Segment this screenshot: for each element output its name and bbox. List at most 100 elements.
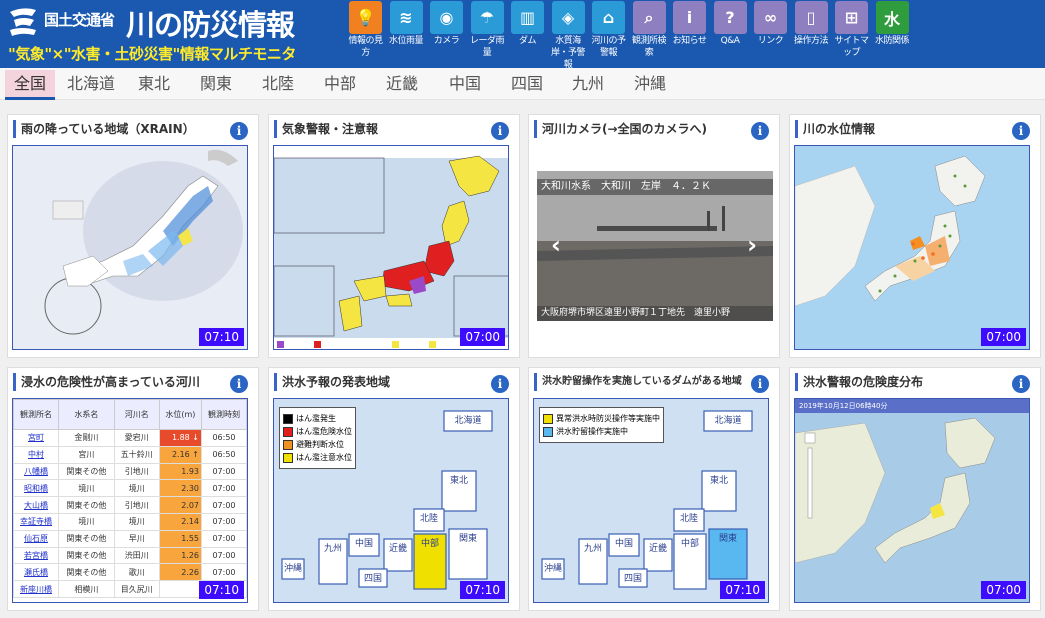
table-row: 宮町 金剛川 愛宕川 1.88 ↓ 06:50 [13,429,247,447]
dam-map[interactable]: 北海道 東北 北陸 関東 中部 近畿 中国 四国 九州 沖縄 異常洪水時防災操作等実施中 洪水貯留操… [533,398,769,603]
nav-item[interactable]: ⌂ 河川の予警報 [589,0,628,66]
table-cell[interactable]: 幸証寺橋 [13,512,59,531]
region-tab[interactable]: 北海道 [58,70,124,100]
table-cell[interactable]: 新座川橋 [13,580,59,598]
region-tab[interactable]: 九州 [563,70,613,100]
info-icon[interactable]: i [491,122,509,140]
nav-item[interactable]: ▥ ダム [508,0,547,66]
mouse-icon[interactable]: ▯ [794,1,828,34]
table-cell: 境川 [113,512,160,531]
panel-title-camera[interactable]: 河川カメラ(→全国のカメラへ) [534,120,746,138]
rain-radar-map[interactable]: 07:10 [12,145,248,350]
flood-defense-icon[interactable]: 水 [875,1,909,34]
region-tab[interactable]: 関東 [191,70,241,100]
nav-label: カメラ [433,36,460,46]
link-icon[interactable]: ∞ [754,1,787,34]
table-cell[interactable]: 大山橋 [13,496,59,514]
panel-title-flood-alert[interactable]: 洪水警報の危険度分布 [795,373,1007,391]
region-tab[interactable]: 北陸 [253,70,303,100]
region-tab[interactable]: 沖縄 [625,70,675,100]
nav-item[interactable]: ◉ カメラ [427,0,466,66]
table-cell: 五十鈴川 [113,445,160,464]
table-cell: 07:00 [201,479,247,498]
info-icon[interactable]: i [751,122,769,140]
water-quality-icon[interactable]: ◈ [551,1,585,34]
panel-title-water-level[interactable]: 川の水位情報 [795,120,1007,138]
table-cell: 相模川 [57,580,115,598]
weather-warnings-map[interactable]: 07:00 [273,145,509,350]
river-camera-image[interactable]: 大和川水系 大和川 左岸 ４．２Ｋ 大阪府堺市堺区遠里小野町１丁地先 遠里小野 … [537,171,773,321]
nav-item[interactable]: ☂ レーダ雨量 [468,0,507,66]
question-icon[interactable]: ? [713,1,747,34]
panel-title-warnings[interactable]: 気象警報・注意報 [274,120,486,138]
table-cell[interactable]: 昭和橋 [13,479,59,498]
table-cell: 宮川 [57,445,115,464]
info-icon[interactable]: i [230,375,248,393]
panel-title-flood-forecast[interactable]: 洪水予報の発表地域 [274,373,486,391]
info-icon[interactable]: i [1012,375,1030,393]
info-icon[interactable]: i [491,375,509,393]
search-icon[interactable]: ⌕ [632,1,666,34]
nav-label: サイトマップ [834,36,869,58]
flood-danger-table-frame: 観測所名 水系名 河川名 水位(m) 観測時刻 宮町 金剛川 愛宕川 1.88 ↓ 06:50 中… [12,398,248,603]
region-tab[interactable]: 四国 [502,70,552,100]
panel-title-rain[interactable]: 雨の降っている地域（XRAIN） [13,120,225,138]
info-icon[interactable]: i [1012,122,1030,140]
nav-item[interactable]: ◈ 水質海岸・予警報 [549,0,588,70]
nav-item[interactable]: ∞ リンク [751,0,790,66]
rain-radar-icon[interactable]: ☂ [470,1,504,34]
table-cell: 2.07 [158,496,203,514]
nav-item[interactable]: ▯ 操作方法 [792,0,831,66]
info-icon[interactable]: i [230,122,248,140]
table-cell[interactable]: 瀬氏橋 [13,563,59,582]
water-gauge-icon[interactable]: ≋ [389,1,423,34]
table-cell[interactable]: 宮町 [13,429,59,447]
camera-caption-bottom: 大阪府堺市堺区遠里小野町１丁地先 遠里小野 [537,306,773,321]
panel-title-flood-danger[interactable]: 浸水の危険性が高まっている河川 [13,373,225,391]
time-badge: 07:10 [720,581,765,599]
nav-label: リンク [757,36,784,46]
table-cell[interactable]: 八幡橋 [13,462,59,481]
flood-alert-map[interactable]: 2019年10月12日06時40分 07:00 [794,398,1030,603]
nav-item[interactable]: ? Q&A [711,0,750,66]
river-warning-icon[interactable]: ⌂ [592,1,625,34]
panel-title-dam[interactable]: 洪水貯留操作を実施しているダムがある地域 [534,373,746,391]
legend-swatch [543,426,553,437]
nav-item[interactable]: ⌕ 観測所検索 [630,0,669,66]
region-tab[interactable]: 東北 [129,70,179,100]
legend-swatch [283,452,293,463]
nav-item[interactable]: 💡 情報の見方 [346,0,385,66]
camera-icon[interactable]: ◉ [430,1,463,34]
nav-item[interactable]: 水水防関係 [873,0,912,66]
mlit-logo-icon[interactable] [6,4,40,38]
table-cell: 境川 [57,512,115,531]
info-icon[interactable]: i [751,375,769,393]
dam-icon[interactable]: ▥ [511,1,544,34]
nav-label: 水位雨量 [388,36,424,46]
nav-item[interactable]: ⊞ サイトマップ [832,0,871,66]
info-icon[interactable]: i [673,1,706,34]
legend-swatch [543,413,553,424]
lightbulb-icon[interactable]: 💡 [349,1,382,34]
nav-label: 情報の見方 [348,36,383,58]
region-tab[interactable]: 全国 [5,70,56,100]
table-cell: 1.93 [158,462,203,481]
table-row: 仙石原 関東その他 早川 1.55 07:00 [13,529,247,548]
nav-item[interactable]: ≋ 水位雨量 [387,0,426,66]
site-subtitle: "気象"×"水害・土砂災害"情報マルチモニタ [8,45,296,63]
region-tab[interactable]: 中国 [440,70,490,100]
flood-forecast-map[interactable]: 北海道 東北 北陸 関東 中部 近畿 中国 四国 九州 沖縄 はん濫発生 はん濫危険水位 避難判断水位… [273,398,509,603]
region-tab[interactable]: 近畿 [377,70,427,100]
table-cell[interactable]: 中村 [13,445,59,464]
table-cell: 関東その他 [57,496,115,514]
prev-camera-icon[interactable]: ‹ [551,231,561,259]
next-camera-icon[interactable]: › [747,231,757,259]
site-title[interactable]: 川の防災情報 [126,2,295,44]
sitemap-icon[interactable]: ⊞ [835,1,868,34]
water-level-map[interactable]: 07:00 [794,145,1030,350]
table-cell[interactable]: 仙石原 [13,529,59,548]
table-cell[interactable]: 若宮橋 [13,546,59,565]
region-tab[interactable]: 中部 [315,70,365,100]
nav-item[interactable]: i お知らせ [670,0,709,66]
table-row: 大山橋 関東その他 引地川 2.07 07:00 [13,496,247,514]
